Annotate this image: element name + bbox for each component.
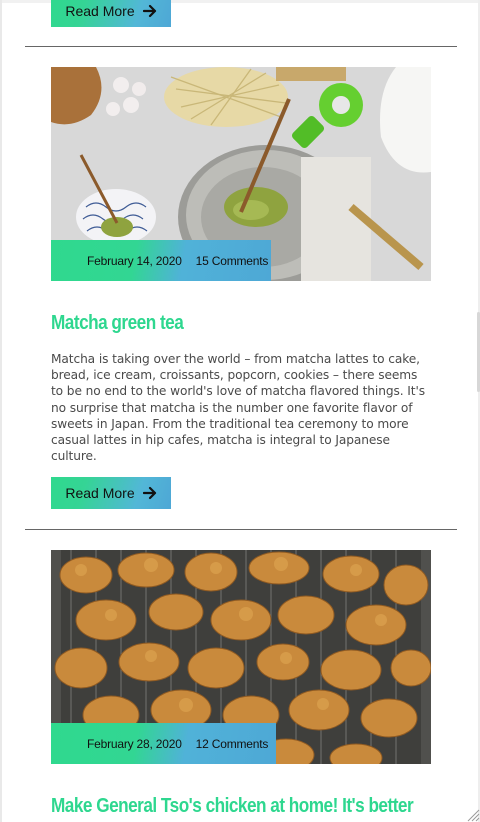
resize-grip-icon[interactable] xyxy=(466,808,480,822)
post-meta-bar: February 28, 2020 12 Comments xyxy=(51,723,276,764)
read-more-button[interactable]: Read More xyxy=(51,477,171,509)
post-comments[interactable]: 15 Comments xyxy=(182,254,269,268)
read-more-button[interactable]: Read More xyxy=(51,0,171,27)
arrow-right-icon xyxy=(142,486,156,500)
post-excerpt: Matcha is taking over the world – from m… xyxy=(51,352,425,464)
post-title[interactable]: Make General Tso's chicken at home! It's… xyxy=(51,795,414,818)
post-title[interactable]: Matcha green tea xyxy=(51,312,184,335)
post-divider xyxy=(25,529,457,530)
arrow-right-icon xyxy=(142,4,156,18)
post-comments[interactable]: 12 Comments xyxy=(182,737,269,751)
left-frame xyxy=(0,0,2,822)
post-date[interactable]: February 14, 2020 xyxy=(51,254,182,268)
post-date[interactable]: February 28, 2020 xyxy=(51,737,182,751)
post-meta-bar: February 14, 2020 15 Comments xyxy=(51,240,271,281)
read-more-label: Read More xyxy=(65,3,135,19)
post-divider xyxy=(25,46,457,47)
read-more-label: Read More xyxy=(65,485,135,501)
